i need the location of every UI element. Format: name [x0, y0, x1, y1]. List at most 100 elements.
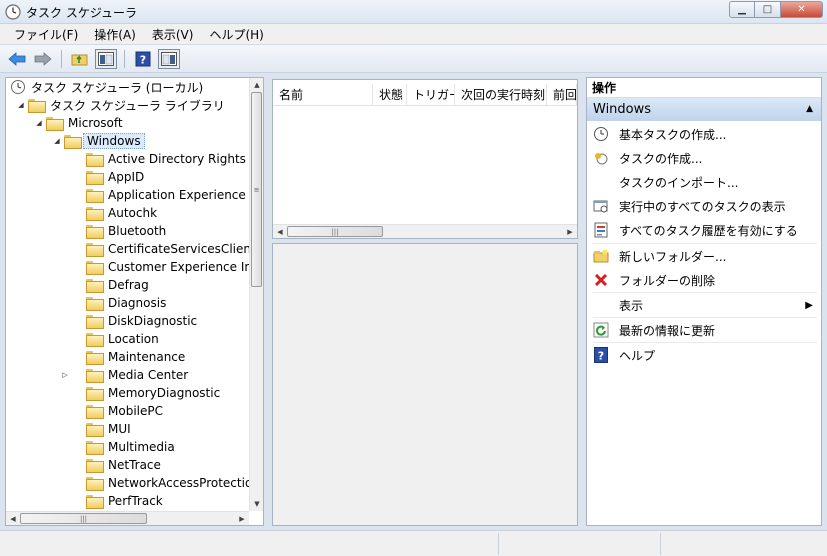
scroll-up-icon[interactable]: ▲	[250, 78, 264, 92]
tree-item-label: Microsoft	[68, 116, 123, 130]
up-folder-icon[interactable]	[69, 49, 91, 69]
tree-item-folder[interactable]: AppID	[72, 168, 144, 186]
scroll-thumb[interactable]: |||	[287, 226, 383, 237]
folder-icon	[86, 459, 104, 473]
scroll-left-icon[interactable]: ◀	[6, 512, 20, 526]
scroll-right-icon[interactable]: ▶	[563, 225, 577, 239]
action-label: すべてのタスク履歴を有効にする	[619, 223, 798, 238]
tree-item-folder[interactable]: ▷ Media Center	[62, 366, 188, 384]
tree-item-local[interactable]: タスク スケジューラ (ローカル)	[10, 78, 203, 96]
tree-item-folder[interactable]: DiskDiagnostic	[72, 312, 197, 330]
scroll-thumb[interactable]: |||	[20, 513, 147, 524]
actions-group-header[interactable]: Windows ▲	[587, 98, 821, 121]
column-header-status[interactable]: 状態	[373, 84, 407, 105]
tree-item-folder[interactable]: Active Directory Rights M	[72, 150, 249, 168]
menu-view[interactable]: 表示(V)	[144, 24, 202, 45]
back-icon[interactable]	[6, 49, 28, 69]
tree-item-label: Autochk	[108, 206, 158, 220]
toolbar: ?	[0, 45, 827, 73]
running-tasks-icon	[593, 198, 609, 214]
folder-icon	[86, 315, 104, 329]
action-view-submenu[interactable]: 表示 ▶	[587, 293, 821, 317]
submenu-arrow-icon: ▶	[805, 299, 813, 311]
action-create-task[interactable]: タスクの作成...	[587, 146, 821, 170]
task-list-horizontal-scrollbar[interactable]: ◀ ||| ▶	[273, 224, 577, 238]
tree-item-folder[interactable]: Diagnosis	[72, 294, 166, 312]
actions-pane: 操作 Windows ▲ 基本タスクの作成... タスクの作成... タスクのイ…	[586, 77, 822, 526]
task-scheduler-clock-icon	[5, 4, 21, 20]
show-hide-tree-icon[interactable]	[95, 48, 117, 69]
action-refresh[interactable]: 最新の情報に更新	[587, 318, 821, 342]
expanded-triangle-icon[interactable]: ◢	[52, 137, 62, 145]
tree-vertical-scrollbar[interactable]: ▲ ≡ ▼	[249, 78, 263, 511]
expanded-triangle-icon[interactable]: ◢	[16, 101, 26, 109]
show-hide-action-pane-icon[interactable]	[158, 48, 180, 69]
folder-icon	[86, 333, 104, 347]
collapse-triangle-icon[interactable]: ▲	[806, 98, 813, 121]
tree-item-folder[interactable]: PerfTrack	[72, 492, 163, 510]
tree-horizontal-scrollbar[interactable]: ◀ ||| ▶	[6, 511, 249, 525]
tree-item-folder[interactable]: Multimedia	[72, 438, 175, 456]
maximize-button[interactable]: □	[755, 1, 781, 18]
column-header-name[interactable]: 名前	[273, 84, 373, 105]
column-header-trigger[interactable]: トリガー	[407, 84, 455, 105]
tree-item-library[interactable]: ◢ タスク スケジューラ ライブラリ	[16, 96, 225, 114]
folder-icon	[86, 243, 104, 257]
action-label: 実行中のすべてのタスクの表示	[619, 199, 786, 214]
minimize-button[interactable]: ▁	[729, 1, 755, 18]
scroll-left-icon[interactable]: ◀	[273, 225, 287, 239]
action-help[interactable]: ? ヘルプ	[587, 343, 821, 367]
action-create-basic-task[interactable]: 基本タスクの作成...	[587, 122, 821, 146]
tree-item-folder[interactable]: Defrag	[72, 276, 149, 294]
menu-help[interactable]: ヘルプ(H)	[201, 24, 271, 45]
tree-item-folder[interactable]: Maintenance	[72, 348, 185, 366]
svg-text:?: ?	[598, 350, 604, 363]
tree-item-folder[interactable]: MemoryDiagnostic	[72, 384, 220, 402]
tree-item-label: Windows	[83, 133, 145, 149]
tree-item-folder[interactable]: Bluetooth	[72, 222, 166, 240]
tree-item-folder[interactable]: MobilePC	[72, 402, 163, 420]
menu-file[interactable]: ファイル(F)	[6, 24, 86, 45]
action-label: フォルダーの削除	[619, 273, 716, 288]
close-button[interactable]: ✕	[781, 1, 823, 18]
menu-action[interactable]: 操作(A)	[86, 24, 144, 45]
tree-item-folder[interactable]: NetworkAccessProtectio	[72, 474, 249, 492]
tree-item-windows[interactable]: ◢ Windows	[52, 132, 145, 150]
action-new-folder[interactable]: 新しいフォルダー...	[587, 244, 821, 268]
tree-item-folder[interactable]: MUI	[72, 420, 131, 438]
tree-item-folder[interactable]: Application Experience	[72, 186, 246, 204]
tree-item-folder[interactable]: CertificateServicesClient	[72, 240, 249, 258]
help-icon[interactable]: ?	[132, 49, 154, 69]
action-display-running-tasks[interactable]: 実行中のすべてのタスクの表示	[587, 194, 821, 218]
folder-icon	[86, 369, 104, 383]
scroll-right-icon[interactable]: ▶	[235, 512, 249, 526]
svg-text:?: ?	[140, 53, 146, 66]
folder-icon	[86, 387, 104, 401]
scroll-thumb[interactable]: ≡	[251, 92, 262, 287]
folder-icon	[86, 441, 104, 455]
tree-item-folder[interactable]: Autochk	[72, 204, 157, 222]
scroll-down-icon[interactable]: ▼	[250, 497, 264, 511]
tree-item-label: Active Directory Rights M	[108, 152, 249, 166]
forward-icon[interactable]	[32, 49, 54, 69]
tree-item-label: DiskDiagnostic	[108, 314, 198, 328]
tree-item-folder[interactable]: Location	[72, 330, 159, 348]
column-header-next-run[interactable]: 次回の実行時刻	[455, 84, 547, 105]
view-blank-icon	[593, 297, 609, 313]
tree-item-folder[interactable]: Customer Experience Im	[72, 258, 249, 276]
action-delete-folder[interactable]: フォルダーの削除	[587, 268, 821, 292]
tree-item-folder[interactable]: NetTrace	[72, 456, 161, 474]
tree-item-label: Bluetooth	[108, 224, 167, 238]
column-header-last-run[interactable]: 前回	[547, 84, 577, 105]
status-bar	[0, 530, 827, 556]
tree-item-microsoft[interactable]: ◢ Microsoft	[34, 114, 123, 132]
action-enable-task-history[interactable]: すべてのタスク履歴を有効にする	[587, 218, 821, 242]
tree-item-label: Application Experience	[108, 188, 246, 202]
action-import-task[interactable]: タスクのインポート...	[587, 170, 821, 194]
folder-open-icon	[64, 135, 82, 149]
task-details-pane	[272, 243, 578, 526]
collapsed-triangle-icon[interactable]: ▷	[60, 371, 70, 379]
import-task-blank-icon	[593, 174, 609, 190]
expanded-triangle-icon[interactable]: ◢	[34, 119, 44, 127]
status-divider	[498, 533, 499, 555]
